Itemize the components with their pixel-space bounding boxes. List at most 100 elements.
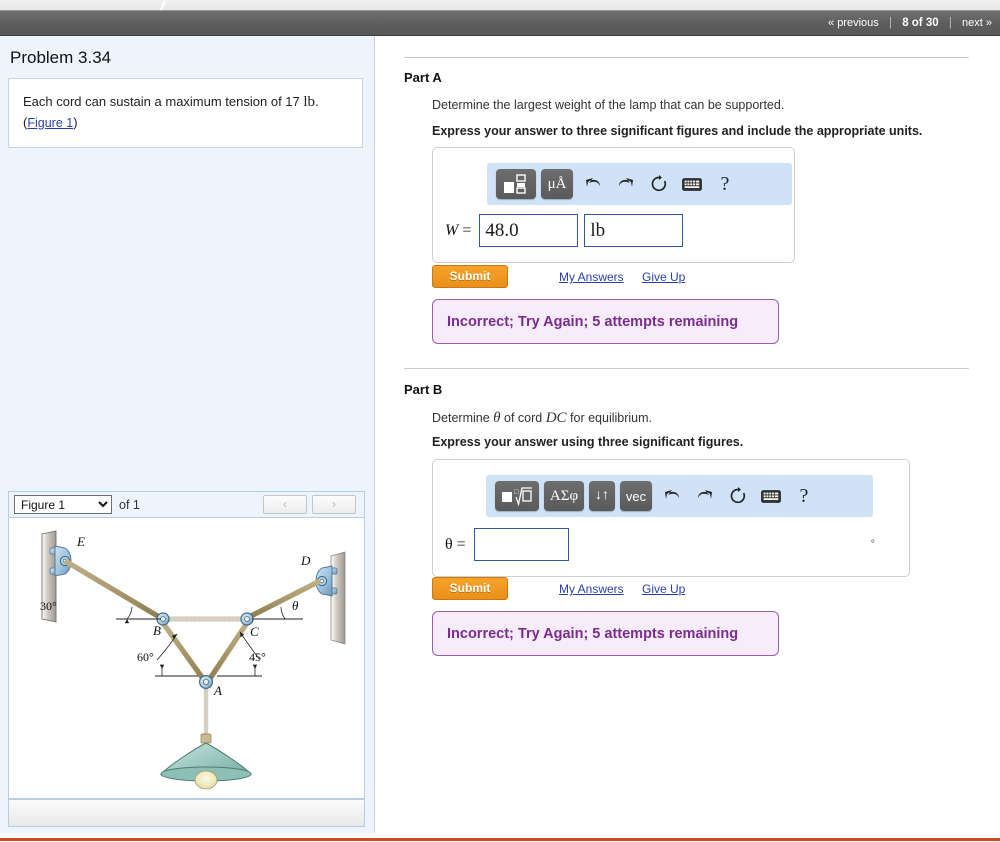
redo-arrow-icon bbox=[619, 178, 633, 187]
keyboard-glyph-icon bbox=[682, 177, 702, 191]
next-link[interactable]: next » bbox=[962, 17, 992, 29]
part-a-feedback-banner: Incorrect; Try Again; 5 attempts remaini… bbox=[432, 299, 779, 344]
statement-period: . bbox=[315, 94, 319, 109]
template-fraction-button[interactable] bbox=[496, 169, 536, 199]
part-b-instruction: Express your answer using three signific… bbox=[432, 435, 744, 449]
statics-cord-diagram: E D B C A 30° θ 60° 45° bbox=[40, 530, 346, 790]
units-button[interactable]: μÅ bbox=[541, 169, 573, 199]
undo-icon[interactable] bbox=[578, 169, 608, 199]
part-a-math-toolbar: μÅ ? bbox=[487, 163, 792, 205]
part-b-answer-label: θ = bbox=[445, 535, 466, 553]
angle-tick-left bbox=[124, 619, 130, 624]
bottom-accent-rule bbox=[0, 838, 1000, 841]
template-fraction-icon bbox=[504, 174, 526, 194]
part-b-prompt-tail: for equilibrium. bbox=[570, 411, 653, 425]
figure-select-dropdown[interactable]: Figure 1 bbox=[14, 495, 112, 514]
figure-previous-button[interactable]: ‹ bbox=[263, 495, 307, 514]
part-a-my-answers-link[interactable]: My Answers bbox=[559, 270, 624, 284]
label-D: D bbox=[300, 553, 311, 568]
part-b-prompt-theta: θ bbox=[493, 410, 501, 426]
part-a-give-up-link[interactable]: Give Up bbox=[642, 270, 685, 284]
answer-pane: Part A Determine the largest weight of t… bbox=[376, 36, 1000, 833]
figure-link-close-paren: ) bbox=[73, 114, 78, 130]
degree-unit-label: ° bbox=[870, 539, 875, 550]
keyboard-icon[interactable] bbox=[677, 169, 707, 199]
undo-arrow-icon bbox=[665, 490, 679, 499]
undo-icon[interactable] bbox=[657, 481, 687, 511]
arrow-B bbox=[159, 664, 165, 669]
part-b-answer-row: θ = ° bbox=[445, 528, 900, 561]
figure-footer-bar bbox=[8, 799, 365, 827]
cord-CA bbox=[206, 620, 250, 683]
part-b-feedback-banner: Incorrect; Try Again; 5 attempts remaini… bbox=[432, 611, 779, 656]
part-b-my-answers-link[interactable]: My Answers bbox=[559, 582, 624, 596]
part-b-prompt: Determine θ of cord DC for equilibrium. bbox=[432, 410, 652, 427]
right-wall bbox=[330, 551, 346, 645]
page-title: Problem 3.34 bbox=[10, 48, 112, 67]
navigation-controls: « previous | 8 of 30 | next » bbox=[828, 11, 992, 35]
part-a-answer-label: W = bbox=[445, 221, 472, 239]
chrome-tab-mark bbox=[158, 1, 168, 10]
greek-letters-button[interactable]: ΑΣφ bbox=[544, 481, 584, 511]
cord-EB bbox=[64, 559, 164, 621]
problem-position-label: 8 of 30 bbox=[902, 17, 939, 29]
label-angle-theta: θ bbox=[292, 598, 299, 613]
browser-chrome-strip bbox=[0, 0, 1000, 11]
part-a-unit-input[interactable] bbox=[584, 214, 684, 247]
figure-image-canvas[interactable]: E D B C A 30° θ 60° 45° bbox=[8, 518, 365, 799]
part-a-divider bbox=[404, 57, 969, 58]
keyboard-glyph-icon bbox=[761, 489, 781, 503]
redo-icon[interactable] bbox=[611, 169, 641, 199]
label-E: E bbox=[76, 534, 85, 549]
part-b-submit-button[interactable]: Submit bbox=[432, 577, 508, 600]
vector-button[interactable]: vec bbox=[620, 481, 652, 511]
part-a-instruction: Express your answer to three significant… bbox=[432, 124, 923, 138]
label-B: B bbox=[153, 623, 161, 638]
redo-icon[interactable] bbox=[690, 481, 720, 511]
previous-link[interactable]: « previous bbox=[828, 17, 879, 29]
part-b-heading: Part B bbox=[404, 382, 443, 397]
template-root-icon: □ bbox=[502, 487, 532, 507]
help-icon[interactable]: ? bbox=[710, 169, 740, 199]
label-A: A bbox=[213, 683, 222, 698]
reset-icon[interactable] bbox=[644, 169, 674, 199]
part-b-answer-box: □ ΑΣφ ↓↑ vec ? θ = ° bbox=[432, 459, 910, 577]
label-C: C bbox=[250, 624, 259, 639]
problem-statement-text: Each cord can sustain a maximum tension … bbox=[23, 92, 348, 133]
statement-unit: lb bbox=[303, 94, 316, 110]
part-a-submit-button[interactable]: Submit bbox=[432, 265, 508, 288]
figure-toolbar: Figure 1 of 1 ‹ › bbox=[8, 491, 365, 518]
part-a-answer-row: W = bbox=[445, 214, 684, 247]
part-b-prompt-lead: Determine bbox=[432, 411, 490, 425]
part-b-prompt-cord: DC bbox=[545, 410, 567, 426]
figure-viewer: Figure 1 of 1 ‹ › E D B C A 30° θ 60° 45… bbox=[8, 491, 365, 832]
problem-pane: Problem 3.34 Each cord can sustain a max… bbox=[0, 36, 375, 833]
assignment-navigation-bar: « previous | 8 of 30 | next » bbox=[0, 11, 1000, 36]
angle-arc-right bbox=[280, 606, 286, 620]
part-a-prompt: Determine the largest weight of the lamp… bbox=[432, 98, 785, 112]
statement-text-lead: Each cord can sustain a maximum tension … bbox=[23, 94, 300, 109]
reset-icon[interactable] bbox=[723, 481, 753, 511]
redo-arrow-icon bbox=[698, 490, 712, 499]
keyboard-icon[interactable] bbox=[756, 481, 786, 511]
part-b-math-toolbar: □ ΑΣφ ↓↑ vec ? bbox=[486, 475, 873, 517]
arrows-button[interactable]: ↓↑ bbox=[589, 481, 615, 511]
nav-separator-left: | bbox=[888, 17, 892, 29]
figure-next-button[interactable]: › bbox=[312, 495, 356, 514]
help-icon[interactable]: ? bbox=[789, 481, 819, 511]
figure-1-link[interactable]: Figure 1 bbox=[27, 116, 73, 130]
label-angle-30: 30° bbox=[40, 599, 57, 613]
part-a-value-input[interactable] bbox=[479, 214, 579, 247]
nav-separator-right: | bbox=[948, 17, 952, 29]
cord-BA bbox=[160, 620, 207, 683]
label-angle-60: 60° bbox=[137, 650, 154, 664]
reset-circular-arrow-icon bbox=[730, 487, 746, 504]
arrow-C bbox=[252, 664, 258, 669]
part-b-value-input[interactable] bbox=[473, 528, 569, 561]
figure-count-label: of 1 bbox=[119, 497, 140, 512]
ring-A bbox=[199, 675, 214, 690]
lamp bbox=[160, 733, 252, 790]
template-root-button[interactable]: □ bbox=[495, 481, 539, 511]
part-b-give-up-link[interactable]: Give Up bbox=[642, 582, 685, 596]
angle-arc-left bbox=[126, 606, 133, 620]
